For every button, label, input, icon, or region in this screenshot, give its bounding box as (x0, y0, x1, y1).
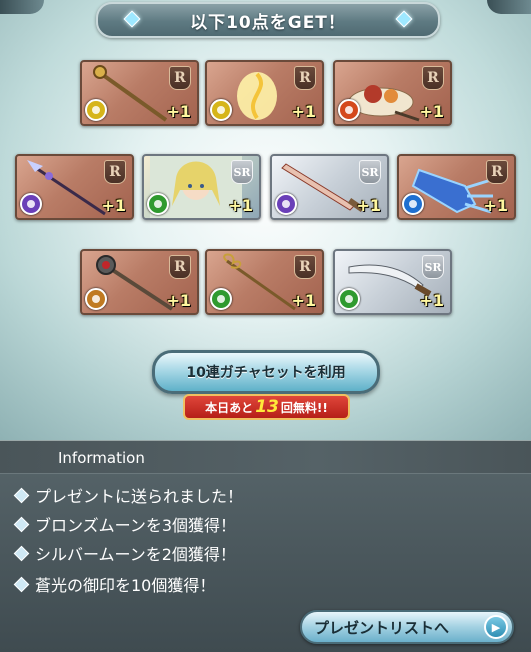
quantity-label: +1 (228, 196, 253, 215)
info-line-text: 蒼光の御印を10個獲得！ (35, 576, 216, 595)
free-count-badge: 本日あと 13 回無料!! (183, 394, 350, 420)
title-text: 以下10点をGET！ (190, 12, 346, 33)
info-line-text: ブロンズムーンを3個獲得！ (35, 516, 237, 535)
information-title: Information (58, 449, 145, 467)
gacha-result-screen: 以下10点をGET！ R +1 R +1 R +1 R +1 SR +1 SR +1 R +1 R +1 R +1… (0, 0, 531, 652)
info-line: ブロンズムーンを3個獲得！ (13, 512, 237, 536)
quantity-label: +1 (419, 102, 444, 121)
dark-element-icon (275, 193, 297, 215)
item-card[interactable]: SR +1 (142, 154, 261, 220)
info-line-text: シルバームーンを2個獲得！ (35, 545, 236, 564)
rarity-badge: R (169, 255, 191, 279)
earth-element-icon (85, 288, 107, 310)
wind-element-icon (210, 288, 232, 310)
gem-icon (395, 10, 413, 28)
information-header: Information (0, 441, 531, 474)
item-card[interactable]: R +1 (205, 249, 324, 315)
quantity-label: +1 (291, 102, 316, 121)
item-card[interactable]: SR +1 (270, 154, 389, 220)
fire-element-icon (338, 99, 360, 121)
rarity-badge: SR (359, 160, 381, 184)
light-element-icon (85, 99, 107, 121)
gacha-button-label: 10連ガチャセットを利用 (186, 365, 346, 381)
frame-corner-right (487, 0, 531, 14)
rarity-badge: R (104, 160, 126, 184)
info-line: 蒼光の御印を10個獲得！ (13, 572, 216, 596)
quantity-label: +1 (419, 291, 444, 310)
frame-corner-left (0, 0, 44, 14)
item-card[interactable]: R +1 (80, 249, 199, 315)
item-card[interactable]: R +1 (15, 154, 134, 220)
ten-draw-gacha-button[interactable]: 10連ガチャセットを利用 (152, 350, 380, 394)
item-card[interactable]: R +1 (333, 60, 452, 126)
rarity-badge: R (169, 66, 191, 90)
rarity-badge: R (294, 255, 316, 279)
title-banner: 以下10点をGET！ (96, 2, 440, 38)
quantity-label: +1 (101, 196, 126, 215)
wind-element-icon (338, 288, 360, 310)
rarity-badge: R (294, 66, 316, 90)
free-suffix: 回無料!! (280, 400, 328, 415)
present-list-button[interactable]: プレゼントリストへ ▶ (300, 610, 514, 644)
wind-element-icon (147, 193, 169, 215)
quantity-label: +1 (166, 102, 191, 121)
gem-icon (123, 10, 141, 28)
water-element-icon (402, 193, 424, 215)
dark-element-icon (20, 193, 42, 215)
arrow-right-icon: ▶ (484, 615, 508, 639)
result-panel: 以下10点をGET！ R +1 R +1 R +1 R +1 SR +1 SR +1 R +1 R +1 R +1… (0, 0, 531, 442)
diamond-bullet-icon (13, 576, 30, 592)
rarity-badge: SR (422, 255, 444, 279)
rarity-badge: R (422, 66, 444, 90)
info-line: シルバームーンを2個獲得！ (13, 541, 236, 565)
item-card[interactable]: R +1 (80, 60, 199, 126)
quantity-label: +1 (483, 196, 508, 215)
diamond-bullet-icon (13, 545, 30, 561)
rarity-badge: R (486, 160, 508, 184)
info-line: プレゼントに送られました！ (13, 483, 244, 507)
free-count: 13 (255, 397, 279, 417)
item-card[interactable]: R +1 (397, 154, 516, 220)
item-card[interactable]: R +1 (205, 60, 324, 126)
diamond-bullet-icon (13, 487, 30, 503)
free-prefix: 本日あと (205, 400, 254, 415)
quantity-label: +1 (356, 196, 381, 215)
item-card[interactable]: SR +1 (333, 249, 452, 315)
diamond-bullet-icon (13, 516, 30, 532)
quantity-label: +1 (291, 291, 316, 310)
info-line-text: プレゼントに送られました！ (35, 487, 244, 506)
light-element-icon (210, 99, 232, 121)
quantity-label: +1 (166, 291, 191, 310)
present-list-label: プレゼントリストへ (314, 618, 450, 637)
rarity-badge: SR (231, 160, 253, 184)
